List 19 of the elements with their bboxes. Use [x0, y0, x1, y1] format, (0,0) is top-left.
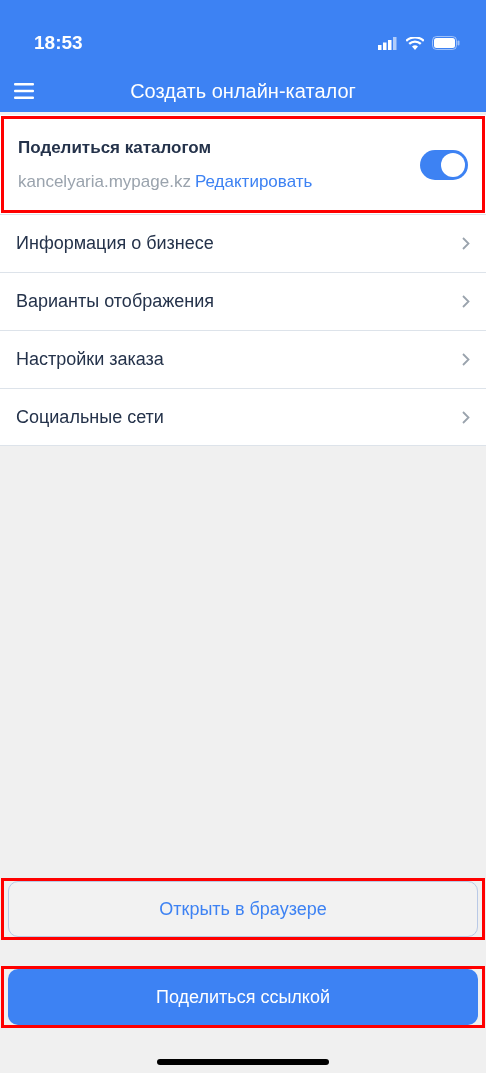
chevron-icon — [462, 353, 470, 366]
screen-title: Создать онлайн-каталог — [129, 79, 357, 104]
chevron-icon — [462, 295, 470, 308]
menu-item[interactable]: Варианты отображения — [0, 272, 486, 330]
menu-icon[interactable] — [14, 83, 36, 99]
edit-link[interactable]: Редактировать — [194, 168, 313, 194]
share-link-button[interactable]: Поделиться ссылкой — [8, 969, 478, 1025]
chevron-icon — [462, 410, 470, 424]
wifi-icon — [406, 36, 424, 50]
signal-icon — [378, 36, 398, 50]
menu-item[interactable]: Информация о бизнесе — [0, 214, 486, 272]
status-time: 18:53 — [34, 30, 83, 55]
chevron-icon — [462, 237, 470, 250]
menu-item[interactable]: Настройки заказа — [0, 330, 486, 388]
share-title: Поделиться каталогом — [18, 137, 213, 159]
catalog-url: kancelyaria.mypage.kz — [18, 170, 191, 193]
share-toggle[interactable] — [420, 149, 468, 180]
battery-icon — [432, 36, 460, 50]
menu-item[interactable]: Социальные сети — [0, 388, 486, 446]
